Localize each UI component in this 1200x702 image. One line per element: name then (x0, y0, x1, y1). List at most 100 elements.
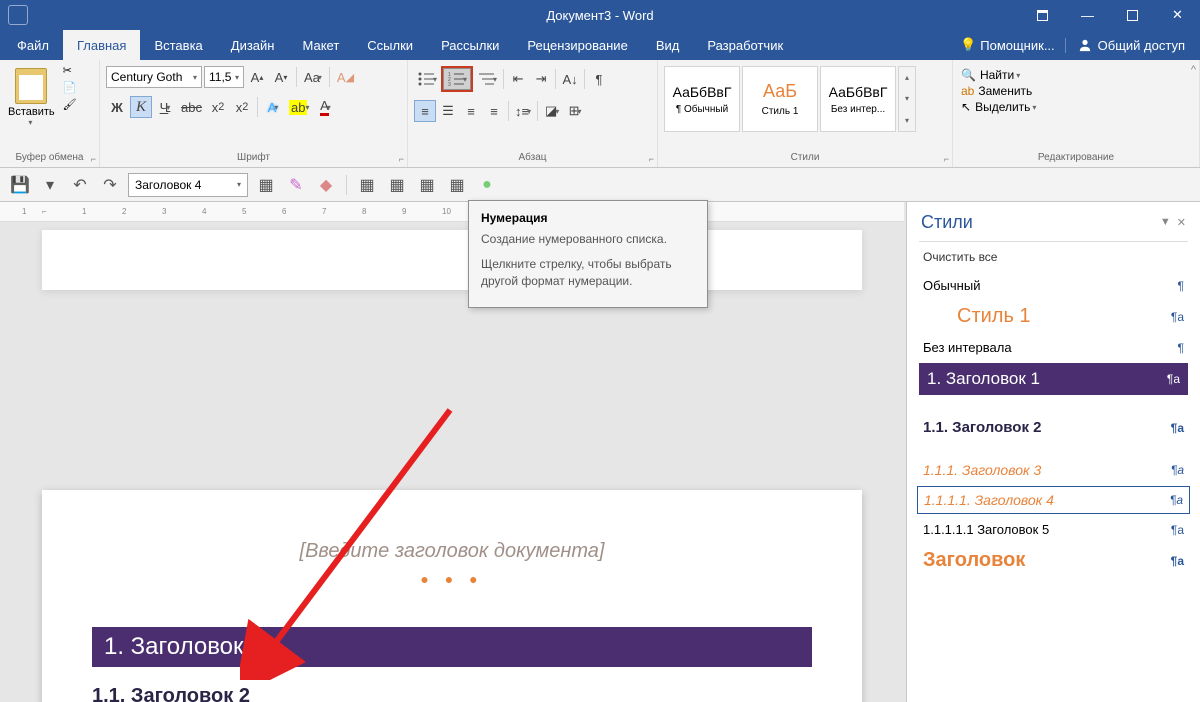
tab-home[interactable]: Главная (63, 30, 140, 60)
tab-review[interactable]: Рецензирование (513, 30, 641, 60)
style-item-s1[interactable]: Стиль 1¶a (907, 299, 1200, 334)
style-item-h4[interactable]: 1.1.1.1. Заголовок 4¶a (917, 486, 1190, 514)
clipboard-icon (15, 68, 47, 104)
paragraph-launcher[interactable]: ⌐ (649, 154, 654, 164)
tab-insert[interactable]: Вставка (140, 30, 216, 60)
undo-button[interactable]: ↶ (68, 173, 92, 197)
title-placeholder[interactable]: [Введите заголовок документа] (92, 540, 812, 563)
strikethrough-button[interactable]: abc (178, 96, 205, 118)
replace-button[interactable]: ab Заменить (961, 84, 1191, 98)
style-item-normal[interactable]: Обычный¶ (907, 272, 1200, 299)
clipboard-launcher[interactable]: ⌐ (91, 154, 96, 164)
bold-button[interactable]: Ж (106, 96, 128, 118)
autosave-toggle[interactable] (8, 5, 28, 25)
increase-indent-button[interactable]: ⇥ (530, 68, 552, 90)
qat-btn-7[interactable]: ▦ (445, 173, 469, 197)
align-right-button[interactable]: ≡ (460, 100, 482, 122)
redo-button[interactable]: ↷ (98, 173, 122, 197)
maximize-button[interactable] (1110, 0, 1155, 30)
highlight-button[interactable]: ab▾ (286, 96, 312, 118)
style-item-nosp[interactable]: Без интервала¶ (907, 334, 1200, 361)
tell-me[interactable]: 💡 Помощник... (950, 37, 1065, 53)
change-case-button[interactable]: Aa▾ (301, 66, 325, 88)
style-normal[interactable]: АаБбВвГ ¶ Обычный (664, 66, 740, 132)
numbering-tooltip: Нумерация Создание нумерованного списка.… (468, 200, 708, 308)
style-1[interactable]: АаБ Стиль 1 (742, 66, 818, 132)
style-item-h3[interactable]: 1.1.1. Заголовок 3¶a (907, 456, 1200, 484)
show-marks-button[interactable]: ¶ (588, 68, 610, 90)
ruler[interactable]: ⌐ 1 1 2 3 4 5 6 7 8 9 10 11 12 13 14 15 (0, 202, 904, 222)
select-button[interactable]: ↖ Выделить ▾ (961, 100, 1191, 114)
underline-button[interactable]: Ч▾ (154, 96, 176, 118)
cut-button[interactable]: ✂ (63, 64, 77, 77)
style-nospacing[interactable]: АаБбВвГ Без интер... (820, 66, 896, 132)
minimize-button[interactable]: — (1065, 0, 1110, 30)
font-name-select[interactable]: Century Goth▾ (106, 66, 202, 88)
align-left-button[interactable]: ≡ (414, 100, 436, 122)
superscript-button[interactable]: x2 (231, 96, 253, 118)
tab-file[interactable]: Файл (3, 30, 63, 60)
qat-btn-2[interactable]: ✎ (284, 173, 308, 197)
group-font: Century Goth▾ 11,5▾ A▴ A▾ Aa▾ A◢ Ж К Ч▾ … (100, 60, 408, 167)
style-item-h2[interactable]: 1.1. Заголовок 2¶a (907, 413, 1200, 442)
qat-btn-4[interactable]: ▦ (355, 173, 379, 197)
sort-button[interactable]: A↓ (559, 68, 581, 90)
close-button[interactable]: ✕ (1155, 0, 1200, 30)
font-launcher[interactable]: ⌐ (399, 154, 404, 164)
justify-button[interactable]: ≡ (483, 100, 505, 122)
find-button[interactable]: 🔍 Найти ▾ (961, 68, 1191, 82)
style-item-h1[interactable]: 1. Заголовок 1¶a (919, 363, 1188, 395)
tab-mailings[interactable]: Рассылки (427, 30, 513, 60)
collapse-ribbon[interactable]: ^ (1191, 64, 1196, 76)
styles-pane-close[interactable]: ✕ (1177, 216, 1186, 229)
paste-button[interactable]: Вставить ▾ (4, 64, 59, 131)
group-styles: АаБбВвГ ¶ Обычный АаБ Стиль 1 АаБбВвГ Бе… (658, 60, 953, 167)
heading-2[interactable]: 1.1. Заголовок 2 (92, 685, 812, 702)
share-button[interactable]: Общий доступ (1065, 38, 1197, 53)
qat-btn-1[interactable]: ▦ (254, 173, 278, 197)
styles-more[interactable]: ▴▾▾ (898, 66, 916, 132)
styles-pane-options[interactable]: ▼ (1160, 216, 1171, 229)
numbering-button[interactable]: 123▾ (443, 68, 471, 90)
group-paragraph: ▾ 123▾ ▾ ⇤ ⇥ A↓ ¶ ≡ ☰ ≡ ≡ ↕≡▾ ◪▾ ⊞▾ Абза… (408, 60, 658, 167)
tab-layout[interactable]: Макет (288, 30, 353, 60)
document-page[interactable]: [Введите заголовок документа] ● ● ● 1. З… (42, 490, 862, 702)
style-item-titlest[interactable]: Заголовок¶a (907, 543, 1200, 578)
text-effects-button[interactable]: A▾ (262, 96, 284, 118)
clear-all[interactable]: Очистить все (907, 242, 1200, 272)
qat-btn-6[interactable]: ▦ (415, 173, 439, 197)
save-button[interactable]: 💾 (8, 173, 32, 197)
qat-btn-3[interactable]: ◆ (314, 173, 338, 197)
qat-new[interactable]: ▾ (38, 173, 62, 197)
qat-btn-5[interactable]: ▦ (385, 173, 409, 197)
copy-button[interactable]: 📄 (63, 81, 77, 94)
heading-1[interactable]: 1. Заголовок 1 (92, 627, 812, 667)
align-center-button[interactable]: ☰ (437, 100, 459, 122)
clear-formatting-button[interactable]: A◢ (334, 66, 357, 88)
shrink-font-button[interactable]: A▾ (270, 66, 292, 88)
style-item-h5[interactable]: 1.1.1.1.1 Заголовок 5¶a (907, 516, 1200, 543)
window-title: Документ3 - Word (546, 8, 653, 23)
bullets-button[interactable]: ▾ (414, 68, 440, 90)
decrease-indent-button[interactable]: ⇤ (507, 68, 529, 90)
qat-btn-8[interactable]: ● (475, 173, 499, 197)
tab-developer[interactable]: Разработчик (693, 30, 797, 60)
subscript-button[interactable]: x2 (207, 96, 229, 118)
grow-font-button[interactable]: A▴ (246, 66, 268, 88)
tab-view[interactable]: Вид (642, 30, 694, 60)
page-top-fragment (42, 230, 862, 290)
font-color-button[interactable]: A▾ (314, 96, 336, 118)
line-spacing-button[interactable]: ↕≡▾ (512, 100, 534, 122)
ribbon-display-options[interactable] (1020, 0, 1065, 30)
borders-button[interactable]: ⊞▾ (564, 100, 586, 122)
multilevel-list-button[interactable]: ▾ (474, 68, 500, 90)
tab-references[interactable]: Ссылки (353, 30, 427, 60)
style-selector[interactable]: Заголовок 4▾ (128, 173, 248, 197)
format-painter-button[interactable]: 🖌 (63, 98, 77, 111)
styles-pane: Стили ▼✕ Очистить все Обычный¶Стиль 1¶aБ… (906, 202, 1200, 702)
styles-launcher[interactable]: ⌐ (944, 154, 949, 164)
italic-button[interactable]: К (130, 96, 152, 118)
tab-design[interactable]: Дизайн (217, 30, 289, 60)
font-size-select[interactable]: 11,5▾ (204, 66, 244, 88)
shading-button[interactable]: ◪▾ (541, 100, 563, 122)
